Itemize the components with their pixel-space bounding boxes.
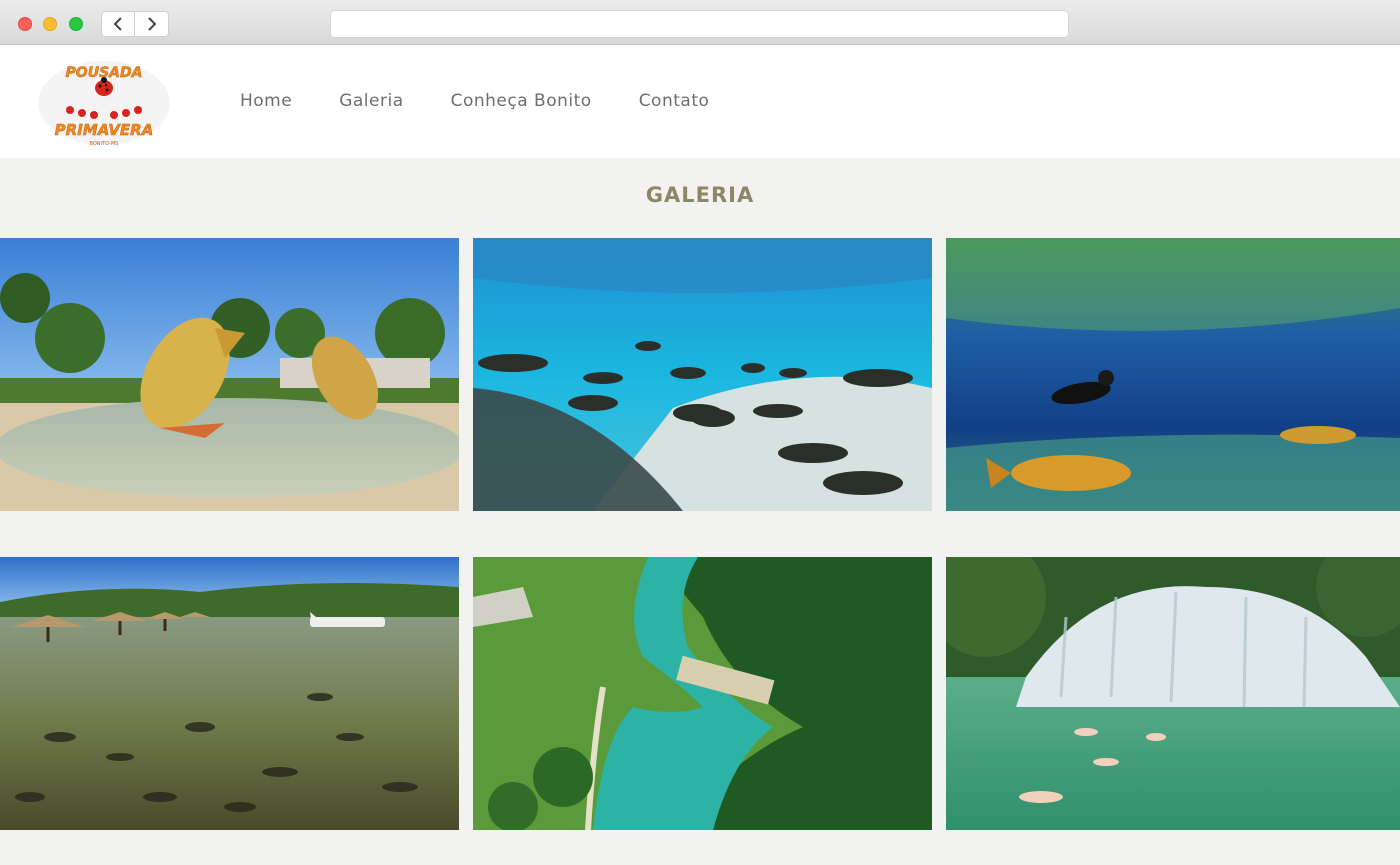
chevron-right-icon (147, 17, 156, 31)
gallery-photo-fish-statue[interactable] (0, 238, 459, 511)
nav-home-link[interactable]: Home (240, 91, 292, 111)
svg-text:BONITO-MS: BONITO-MS (90, 141, 119, 147)
site-header: POUSADA PRIMAVERA BONITO-MS Home Galeria… (0, 45, 1400, 158)
gallery-photo-waterfall[interactable] (946, 557, 1400, 830)
nav-contato-link[interactable]: Contato (639, 91, 710, 111)
pousada-primavera-logo[interactable]: POUSADA PRIMAVERA BONITO-MS (34, 55, 174, 150)
gallery-photo-underwater-fish[interactable] (473, 238, 932, 511)
close-window-button[interactable] (18, 17, 32, 31)
gallery-title: GALERIA (645, 183, 755, 207)
nav-galeria-link[interactable]: Galeria (339, 91, 403, 111)
svg-text:PRIMAVERA: PRIMAVERA (55, 121, 154, 139)
browser-toolbar (0, 0, 1400, 45)
gallery-photo-lake-umbrellas[interactable] (0, 557, 459, 830)
minimize-window-button[interactable] (43, 17, 57, 31)
gallery-photo-aerial-river[interactable] (473, 557, 932, 830)
chevron-left-icon (113, 17, 122, 31)
address-bar[interactable] (330, 10, 1069, 38)
back-button[interactable] (101, 11, 135, 37)
forward-button[interactable] (135, 11, 169, 37)
maximize-window-button[interactable] (69, 17, 83, 31)
main-nav: Home Galeria Conheça Bonito Contato (240, 91, 756, 111)
nav-conheca-bonito-link[interactable]: Conheça Bonito (451, 91, 592, 111)
gallery-photo-snorkeler[interactable] (946, 238, 1400, 511)
